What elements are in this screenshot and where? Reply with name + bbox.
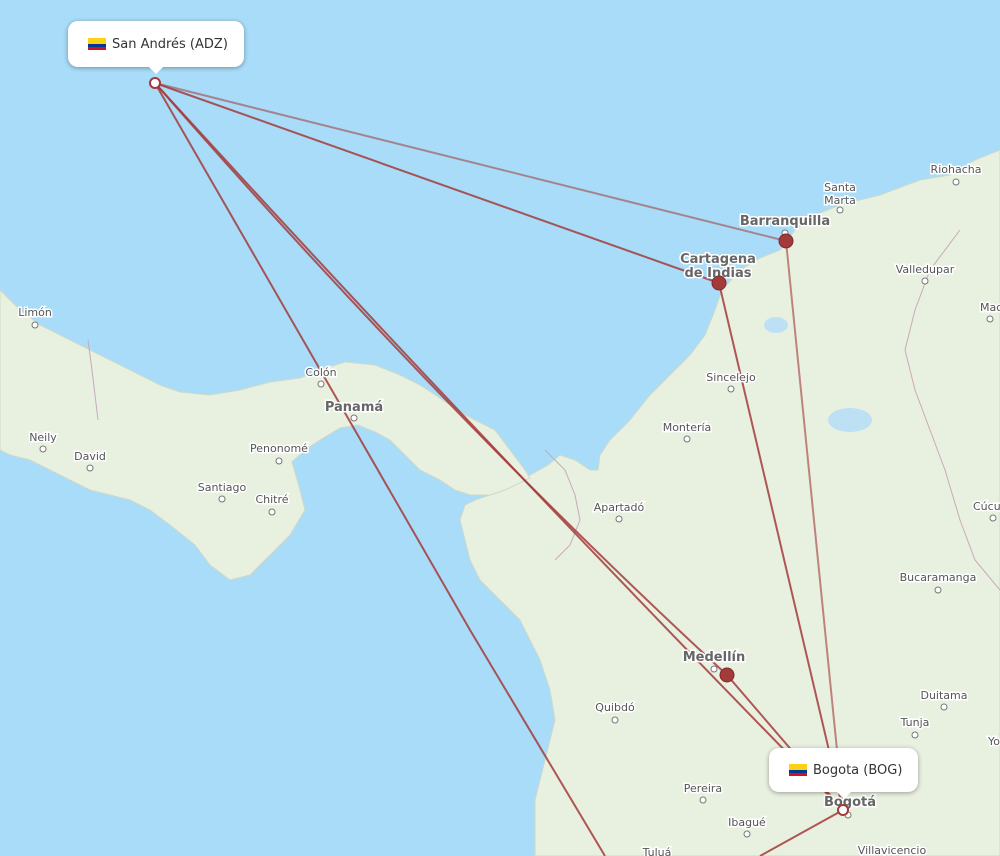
city-dot [275,457,283,465]
city-label: Marta [824,194,856,207]
city-dot [911,731,919,739]
city-dot [986,315,994,323]
colombia-flag-icon [88,38,106,50]
city-dot [743,830,751,838]
city-label: Machiq [980,301,1000,314]
city-dot [31,321,39,329]
origin-callout[interactable]: San Andrés (ADZ) [68,21,244,74]
city-dot [710,665,718,673]
city-label: Ibagué [728,816,766,829]
city-dot [921,277,929,285]
city-label: Quibdó [595,701,635,714]
lake [764,317,788,333]
city-dot [836,206,844,214]
city-label: Santiago [198,481,247,494]
city-label: Yo [987,735,1000,748]
city-dot [317,380,325,388]
city-label: Pereira [684,782,722,795]
city-dot [683,435,691,443]
route-line [154,82,787,242]
colombia-flag-icon [789,764,807,776]
city-dot [934,586,942,594]
stopover-marker-barranquilla[interactable] [778,233,794,249]
city-dot [940,703,948,711]
city-dot [268,508,276,516]
city-label: Sincelejo [706,371,756,384]
city-dot [699,796,707,804]
destination-callout[interactable]: Bogota (BOG) [769,748,918,799]
flag-stripe [789,773,807,776]
destination-airport-marker[interactable] [837,804,849,816]
city-label: Chitré [255,493,288,506]
city-dot [989,514,997,522]
stopover-marker-cartagena[interactable] [711,275,727,291]
stopover-marker-medellin[interactable] [719,667,735,683]
origin-label: San Andrés (ADZ) [112,36,228,52]
city-label: Apartadó [594,501,645,514]
city-label: Montería [663,421,712,434]
route-map[interactable]: RiohachaSantaMartaBarranquillaCartagenad… [0,0,1000,856]
city-label: Bucaramanga [900,571,977,584]
city-dot [611,716,619,724]
city-label: Panamá [325,400,383,415]
route-line [154,82,720,284]
city-label: Villavicencio [858,844,927,856]
city-label: Penonomé [250,442,308,455]
city-dot [39,445,47,453]
flag-stripe [88,47,106,50]
city-label: Colón [305,366,336,379]
city-dot [615,515,623,523]
city-label: Barranquilla [740,214,830,229]
city-label: Cartagena [680,252,756,267]
city-dot [218,495,226,503]
city-label: Cúcu [973,500,1000,513]
destination-label: Bogota (BOG) [813,762,903,778]
lake [828,408,872,432]
city-dot [952,178,960,186]
city-label: Tuluá [642,846,672,856]
city-label: Santa [824,181,856,194]
city-dot [350,414,358,422]
city-label: Tunja [900,716,930,729]
city-label: Medellín [683,650,746,665]
city-label: Limón [18,306,52,319]
origin-airport-marker[interactable] [149,77,161,89]
city-label: Neily [29,431,57,444]
city-label: Riohacha [931,163,982,176]
city-label: Valledupar [896,263,955,276]
land-panama [0,289,531,581]
city-label: David [74,450,106,463]
city-dot [727,385,735,393]
city-dot [86,464,94,472]
city-label: Duitama [920,689,967,702]
